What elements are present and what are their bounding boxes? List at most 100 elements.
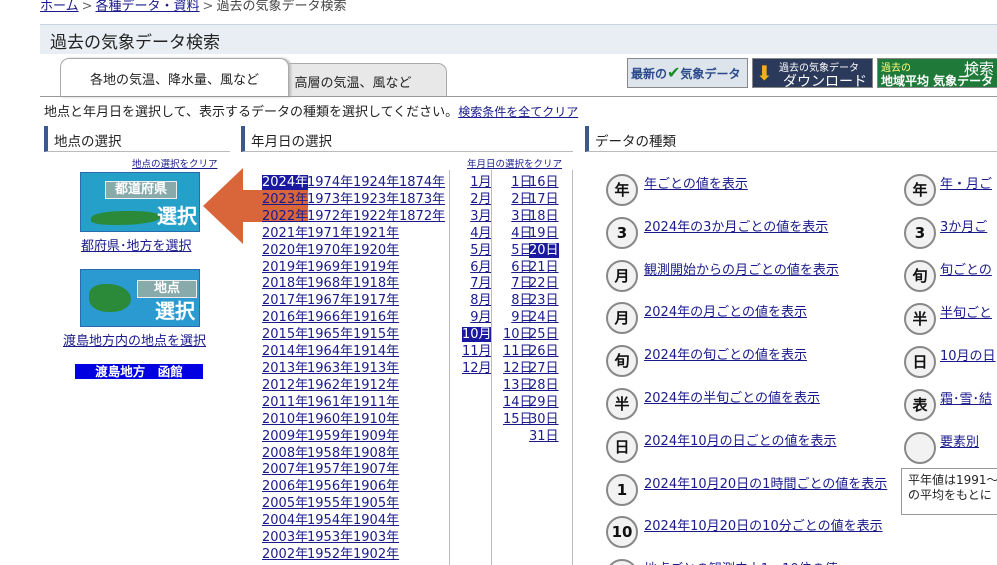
year-link[interactable]: 1958年 — [307, 446, 353, 461]
point-link[interactable]: 渡島地方内の地点を選択 — [63, 330, 206, 349]
year-link[interactable]: 2004年 — [262, 513, 308, 528]
year-link[interactable]: 1961年 — [307, 395, 353, 410]
year-link[interactable]: 1957年 — [307, 462, 353, 477]
year-link[interactable]: 2016年 — [262, 310, 308, 325]
data-type-link[interactable]: 10月の日 — [940, 345, 996, 364]
day-link[interactable]: 22日 — [529, 276, 559, 291]
year-link[interactable]: 1965年 — [307, 327, 353, 342]
data-type-link[interactable]: 2024年10月20日の10分ごとの値を表示 — [644, 515, 883, 534]
data-type-link[interactable]: 年・月ご — [940, 173, 992, 192]
clear-date-link[interactable]: 年月日の選択をクリア — [467, 156, 562, 170]
year-link[interactable]: 1956年 — [307, 479, 353, 494]
year-link[interactable]: 1968年 — [307, 276, 353, 291]
year-link[interactable]: 1955年 — [307, 496, 353, 511]
year-link[interactable]: 1924年 — [353, 175, 399, 190]
year-link[interactable]: 1917年 — [353, 293, 399, 308]
data-type-link[interactable]: 3か月ご — [940, 216, 987, 235]
year-link[interactable]: 1906年 — [353, 479, 399, 494]
year-link[interactable]: 2023年 — [262, 192, 308, 207]
year-link[interactable]: 1967年 — [307, 293, 353, 308]
month-link[interactable]: 2月 — [470, 192, 491, 207]
year-link[interactable]: 1920年 — [353, 243, 399, 258]
month-link[interactable]: 9月 — [470, 310, 491, 325]
prefecture-select-button[interactable]: 都道府県 選択 — [80, 172, 200, 232]
data-type-link[interactable]: 2024年の旬ごとの値を表示 — [644, 344, 807, 363]
area-average-banner[interactable]: 過去の 地域平均 気象データ 検索 — [877, 58, 997, 88]
year-link[interactable]: 1952年 — [307, 547, 353, 562]
day-link[interactable]: 19日 — [529, 226, 559, 241]
data-type-link[interactable]: 半旬ごと — [940, 302, 992, 321]
year-link[interactable]: 1922年 — [353, 209, 399, 224]
month-link[interactable]: 3月 — [470, 209, 491, 224]
clear-all-link[interactable]: 検索条件を全てクリア — [458, 105, 578, 119]
latest-data-banner[interactable]: 最新の✔気象データ — [627, 58, 748, 88]
year-link[interactable]: 1909年 — [353, 429, 399, 444]
year-link[interactable]: 1973年 — [307, 192, 353, 207]
day-link[interactable]: 24日 — [529, 310, 559, 325]
day-link[interactable]: 21日 — [529, 260, 559, 275]
year-link[interactable]: 2011年 — [262, 395, 308, 410]
year-link[interactable]: 1905年 — [353, 496, 399, 511]
year-link[interactable]: 1902年 — [353, 547, 399, 562]
month-link[interactable]: 4月 — [470, 226, 491, 241]
data-type-link[interactable]: 2024年10月20日の1時間ごとの値を表示 — [644, 473, 887, 492]
download-banner[interactable]: ⬇ 過去の気象データ ダウンロード — [752, 58, 873, 88]
year-link[interactable]: 1953年 — [307, 530, 353, 545]
day-link[interactable]: 31日 — [529, 429, 559, 444]
year-link[interactable]: 1873年 — [399, 192, 445, 207]
month-link[interactable]: 6月 — [470, 260, 491, 275]
year-link[interactable]: 2022年 — [262, 209, 308, 224]
year-link[interactable]: 1959年 — [307, 429, 353, 444]
tab-surface[interactable]: 各地の気温、降水量、風など — [60, 58, 289, 97]
year-link[interactable]: 1960年 — [307, 412, 353, 427]
data-type-link[interactable]: 2024年の月ごとの値を表示 — [644, 301, 807, 320]
year-link[interactable]: 2009年 — [262, 429, 308, 444]
day-link[interactable]: 23日 — [529, 293, 559, 308]
year-link[interactable]: 1970年 — [307, 243, 353, 258]
data-type-link[interactable]: 年ごとの値を表示 — [644, 173, 748, 192]
year-link[interactable]: 1962年 — [307, 378, 353, 393]
year-link[interactable]: 2014年 — [262, 344, 308, 359]
year-link[interactable]: 2010年 — [262, 412, 308, 427]
data-type-link[interactable]: 観測開始からの月ごとの値を表示 — [644, 259, 839, 278]
month-link[interactable]: 12月 — [462, 361, 492, 376]
year-link[interactable]: 1963年 — [307, 361, 353, 376]
data-type-link[interactable]: 要素別 — [940, 431, 979, 450]
year-link[interactable]: 1923年 — [353, 192, 399, 207]
year-link[interactable]: 1954年 — [307, 513, 353, 528]
day-link[interactable]: 30日 — [529, 412, 559, 427]
day-link[interactable]: 16日 — [529, 175, 559, 190]
month-link[interactable]: 10月 — [462, 327, 492, 343]
year-link[interactable]: 2020年 — [262, 243, 308, 258]
data-type-link[interactable]: 地点ごとの観測史上1～10位の値 — [644, 558, 838, 565]
data-type-link[interactable]: 旬ごとの — [940, 259, 992, 278]
data-type-link[interactable]: 霜･雪･結 — [940, 388, 992, 407]
day-link[interactable]: 18日 — [529, 209, 559, 224]
breadcrumb-data-link[interactable]: 各種データ・資料 — [96, 0, 200, 14]
year-link[interactable]: 2008年 — [262, 446, 308, 461]
year-link[interactable]: 2006年 — [262, 479, 308, 494]
year-link[interactable]: 1910年 — [353, 412, 399, 427]
year-link[interactable]: 1918年 — [353, 276, 399, 291]
day-link[interactable]: 20日 — [529, 242, 559, 258]
year-link[interactable]: 1972年 — [307, 209, 353, 224]
year-link[interactable]: 1908年 — [353, 446, 399, 461]
year-link[interactable]: 1907年 — [353, 462, 399, 477]
data-type-link[interactable]: 2024年の半旬ごとの値を表示 — [644, 387, 820, 406]
year-link[interactable]: 2017年 — [262, 293, 308, 308]
month-link[interactable]: 5月 — [470, 243, 491, 258]
year-link[interactable]: 2015年 — [262, 327, 308, 342]
year-link[interactable]: 1912年 — [353, 378, 399, 393]
year-link[interactable]: 2005年 — [262, 496, 308, 511]
year-link[interactable]: 2021年 — [262, 226, 308, 241]
day-link[interactable]: 29日 — [529, 395, 559, 410]
point-select-button[interactable]: 地点 選択 — [80, 269, 200, 327]
day-link[interactable]: 17日 — [529, 192, 559, 207]
year-link[interactable]: 1903年 — [353, 530, 399, 545]
year-link[interactable]: 2007年 — [262, 462, 308, 477]
year-link[interactable]: 1913年 — [353, 361, 399, 376]
month-link[interactable]: 11月 — [462, 344, 492, 359]
year-link[interactable]: 1915年 — [353, 327, 399, 342]
year-link[interactable]: 2003年 — [262, 530, 308, 545]
prefecture-link[interactable]: 都府県･地方を選択 — [81, 235, 192, 254]
